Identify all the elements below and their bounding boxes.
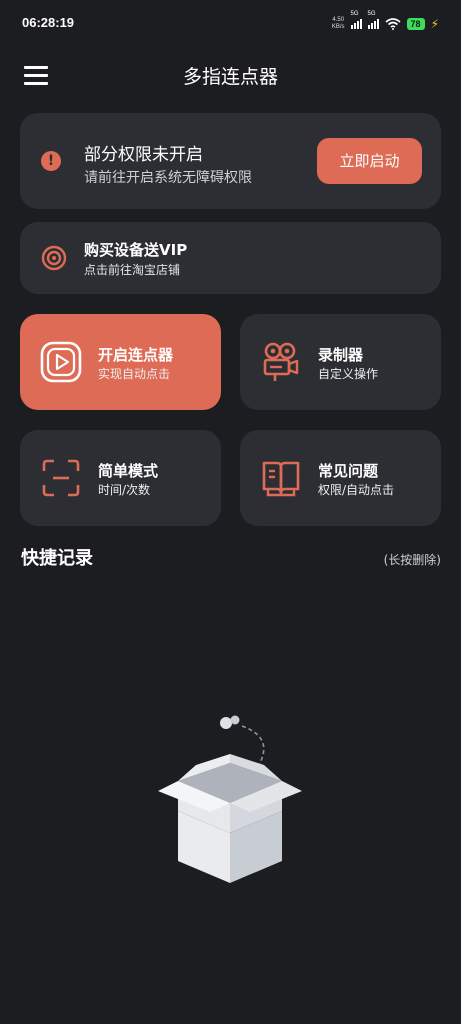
permission-subtitle: 请前往开启系统无障碍权限 xyxy=(84,170,252,186)
permission-title: 部分权限未开启 xyxy=(84,145,203,165)
target-icon xyxy=(41,245,67,271)
warning-icon: ! xyxy=(41,151,61,171)
faq-tile[interactable]: 常见问题 权限/自动点击 xyxy=(240,430,441,526)
tile-title: 常见问题 xyxy=(318,462,379,480)
signal-1-icon: 5G xyxy=(350,11,362,29)
tile-title: 录制器 xyxy=(318,346,364,364)
empty-box-icon xyxy=(158,715,302,883)
vip-promo-card[interactable]: 购买设备送VIP 点击前往淘宝店铺 xyxy=(20,222,441,294)
scan-icon xyxy=(42,459,80,497)
status-icons: 4.50 KB/s 5G 5G 78 ⚡ xyxy=(331,11,439,34)
book-icon xyxy=(262,461,300,497)
signal-2-icon: 5G xyxy=(367,11,379,29)
wifi-icon xyxy=(385,18,401,30)
page-title: 多指连点器 xyxy=(182,66,278,88)
recorder-tile[interactable]: 录制器 自定义操作 xyxy=(240,314,441,410)
tile-subtitle: 权限/自动点击 xyxy=(318,483,395,497)
tile-title: 简单模式 xyxy=(98,462,159,480)
battery-indicator: 78 xyxy=(406,18,425,30)
tile-subtitle: 实现自动点击 xyxy=(98,367,171,381)
start-now-button[interactable]: 立即启动 xyxy=(317,138,422,184)
tile-subtitle: 时间/次数 xyxy=(98,483,151,497)
vip-subtitle: 点击前往淘宝店铺 xyxy=(84,263,181,277)
quick-records-title: 快捷记录 xyxy=(21,548,93,569)
tile-subtitle: 自定义操作 xyxy=(318,367,379,381)
status-time: 06:28:19 xyxy=(22,15,75,30)
permission-warning-card: ! 部分权限未开启 请前往开启系统无障碍权限 立即启动 xyxy=(20,113,441,209)
start-clicker-tile[interactable]: 开启连点器 实现自动点击 xyxy=(20,314,221,410)
tile-title: 开启连点器 xyxy=(98,346,174,364)
long-press-delete-hint: (长按删除) xyxy=(383,553,441,567)
network-speed: 4.50 KB/s xyxy=(331,17,345,30)
charging-icon: ⚡ xyxy=(430,17,439,31)
vip-title: 购买设备送VIP xyxy=(84,241,188,259)
camera-icon xyxy=(263,342,299,381)
play-icon xyxy=(40,341,82,383)
status-bar: 06:28:19 4.50 KB/s 5G 5G 78 ⚡ xyxy=(0,0,461,46)
simple-mode-tile[interactable]: 简单模式 时间/次数 xyxy=(20,430,221,526)
